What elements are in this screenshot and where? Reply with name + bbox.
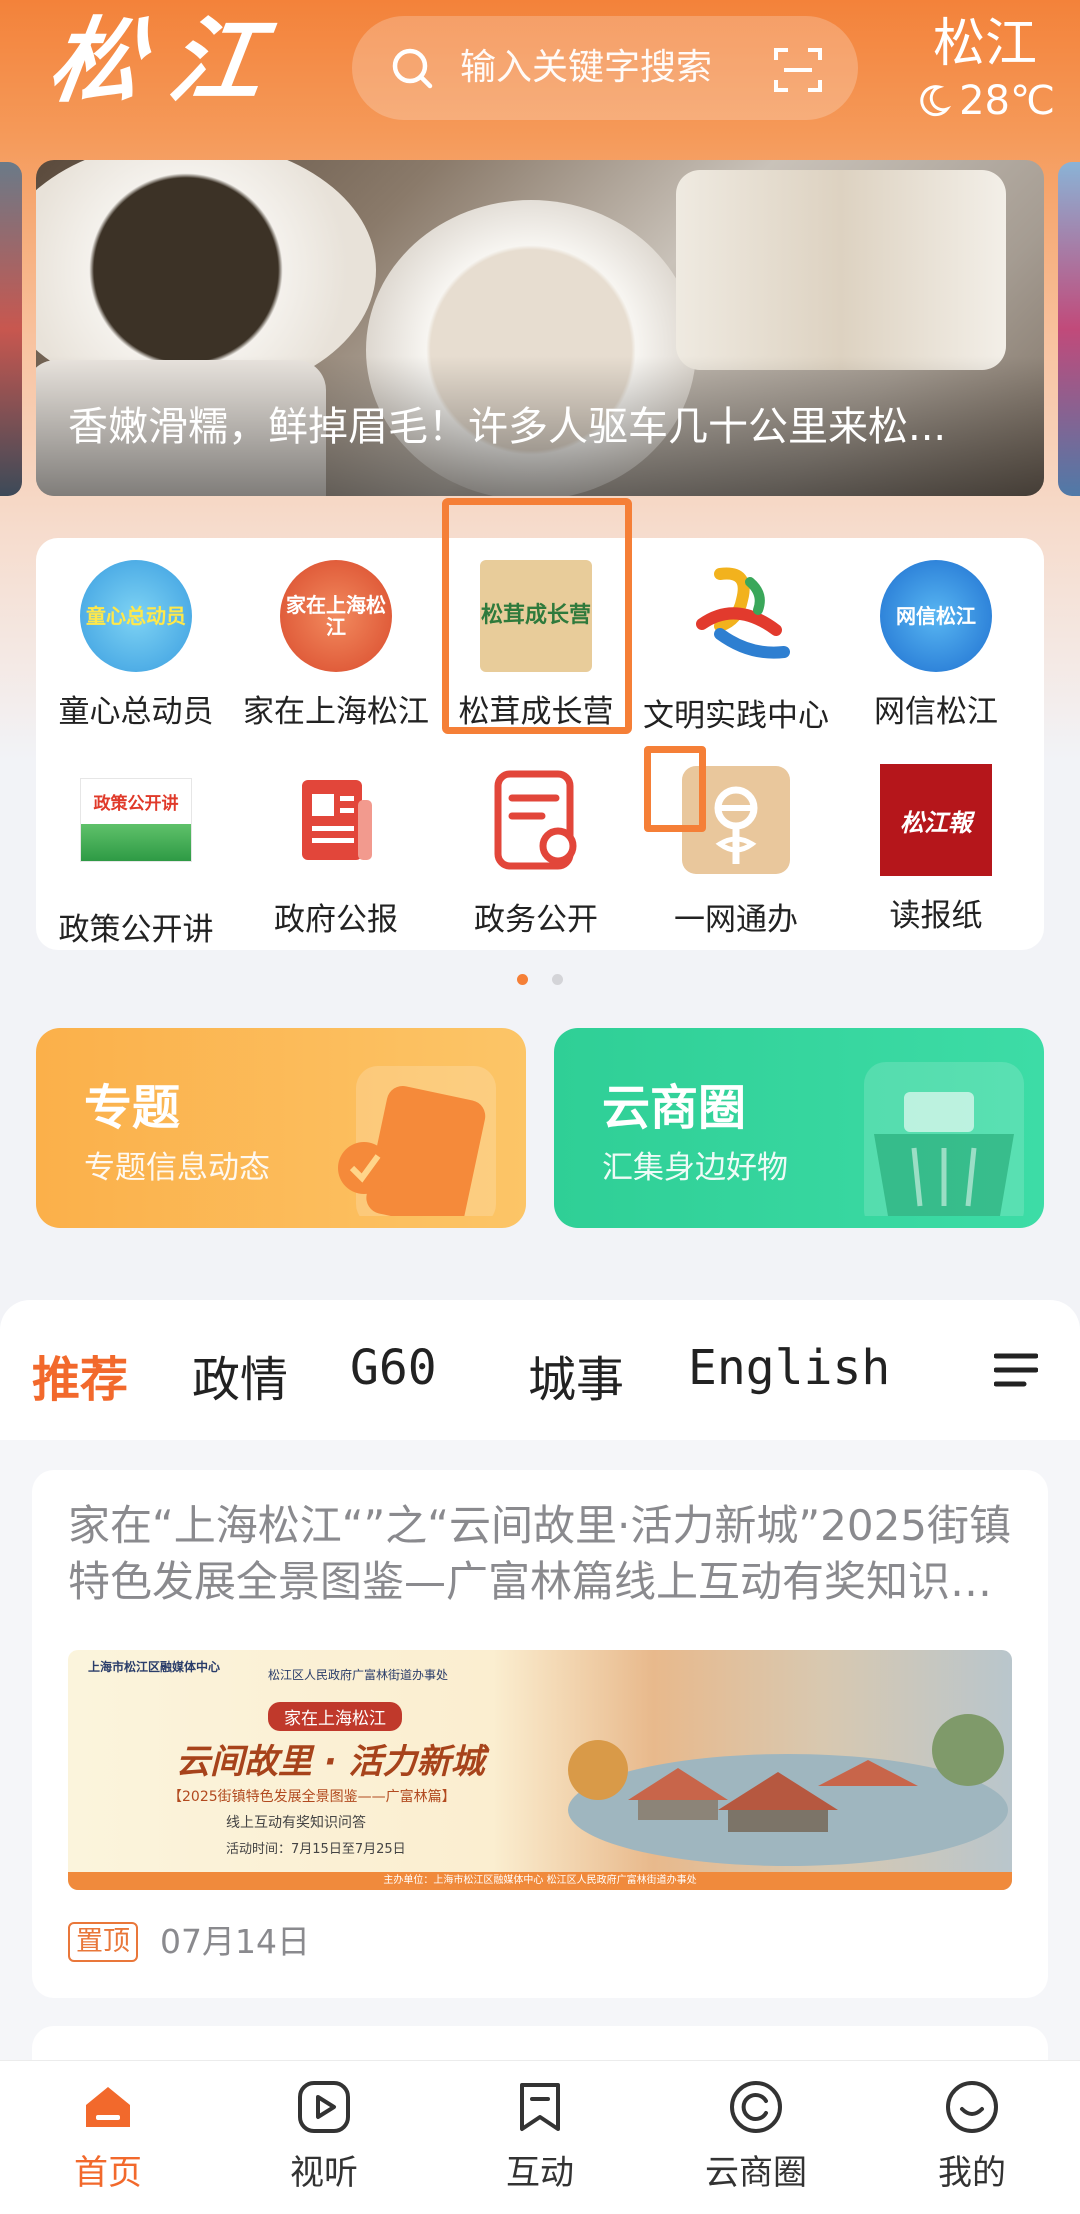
service-label: 政府公报: [274, 902, 398, 938]
tab-chengshi[interactable]: 城事: [528, 1340, 624, 1410]
service-label: 网信松江: [874, 694, 998, 730]
image-line-time: 活动时间：7月15日至7月25日: [226, 1842, 406, 1857]
tab-zhengqing[interactable]: 政情: [192, 1340, 288, 1410]
nav-home[interactable]: 首页: [28, 2079, 188, 2194]
service-zhengce[interactable]: 政策公开讲 政策公开讲: [36, 764, 236, 949]
tongxin-icon-text: 童心总动员: [80, 560, 192, 672]
smile-icon: [946, 2081, 998, 2133]
news-banner[interactable]: 香嫩滑糯，鲜掉眉毛！许多人驱车几十公里来松...: [36, 160, 1044, 496]
weather-widget[interactable]: 松江 28℃: [900, 12, 1070, 124]
newspaper-logo-icon: 松江報: [880, 764, 992, 876]
article-card[interactable]: 家在“上海松江“”之“云间故里·活力新城”2025街镇特色发展全景图鉴—广富林篇…: [32, 1470, 1048, 1998]
nav-label: 首页: [74, 2153, 142, 2193]
nav-label: 视听: [290, 2153, 358, 2193]
service-label: 一网通办: [674, 902, 798, 938]
banner-caption: 香嫩滑糯，鲜掉眉毛！许多人驱车几十公里来松...: [68, 404, 947, 450]
home-icon: [86, 2087, 130, 2127]
service-label: 文明实践中心: [643, 698, 829, 734]
highlight-songrong: [442, 498, 632, 734]
service-tongxin[interactable]: 童心总动员 童心总动员: [36, 560, 236, 731]
banner-prev-peek[interactable]: [0, 162, 22, 496]
image-badge: 家在上海松江: [268, 1702, 402, 1731]
service-dubao[interactable]: 松江報 读报纸: [836, 764, 1036, 935]
service-jiazai[interactable]: 家在上海松江 家在上海松江: [236, 560, 436, 731]
nav-label: 互动: [506, 2153, 574, 2193]
document-check-icon: [338, 1066, 496, 1216]
shopping-basket-icon: [864, 1062, 1024, 1216]
article-date: 07月14日: [160, 1922, 310, 1961]
bottom-navigation: 首页 视听 互动 云商圈 我的: [0, 2060, 1080, 2214]
highlight-small: [644, 746, 706, 832]
service-zhengwu[interactable]: 政务公开: [436, 764, 636, 939]
nav-interact[interactable]: 互动: [460, 2079, 620, 2194]
image-line-quiz: 线上互动有奖知识问答: [226, 1815, 366, 1831]
article-image: 上海市松江区融媒体中心 松江区人民政府广富林街道办事处 家在上海松江 云间故里 …: [68, 1650, 1012, 1890]
wangxin-icon-text: 网信松江: [880, 560, 992, 672]
weather-temperature: 28℃: [959, 78, 1055, 124]
nav-yunshangquan[interactable]: 云商圈: [676, 2079, 836, 2194]
service-label: 家在上海松江: [243, 694, 429, 730]
pinned-badge: 置顶: [68, 1922, 138, 1962]
image-scenery: [568, 1714, 1008, 1866]
service-wangxin[interactable]: 网信松江 网信松江: [836, 560, 1036, 731]
article-title: 家在“上海松江“”之“云间故里·活力新城”2025街镇特色发展全景图鉴—广富林篇…: [68, 1501, 1012, 1606]
image-org-right: 松江区人民政府广富林街道办事处: [268, 1668, 449, 1682]
service-label: 政策公开讲: [58, 912, 214, 948]
category-tabs: 推荐 政情 G60 城事 English: [0, 1300, 1080, 1440]
weather-city: 松江: [932, 14, 1037, 74]
service-label: 童心总动员: [58, 694, 214, 730]
circle-icon: [730, 2081, 782, 2133]
promo-subtitle: 汇集身边好物: [602, 1150, 788, 1186]
nav-label: 我的: [938, 2153, 1006, 2193]
moon-icon: [920, 85, 952, 117]
image-org-left: 上海市松江区融媒体中心: [88, 1660, 221, 1674]
scan-icon[interactable]: [772, 44, 824, 96]
tab-recommend[interactable]: 推荐: [32, 1340, 128, 1410]
image-headline: 云间故里 · 活力新城: [176, 1742, 485, 1782]
promo-zhuanti[interactable]: 专题 专题信息动态: [36, 1028, 526, 1228]
promo-yunshangquan[interactable]: 云商圈 汇集身边好物: [554, 1028, 1044, 1228]
play-icon: [298, 2081, 350, 2133]
service-label: 政务公开: [474, 902, 598, 938]
app-logo[interactable]: 松江: [42, 6, 297, 116]
menu-icon[interactable]: [994, 1350, 1038, 1390]
pager-dots: [0, 974, 1080, 985]
pager-dot[interactable]: [552, 974, 563, 985]
services-grid: 童心总动员 童心总动员 家在上海松江 家在上海松江 松茸成长营 松茸成长营 文明…: [36, 498, 1044, 950]
service-wenming[interactable]: 文明实践中心: [636, 560, 836, 735]
pager-dot-active[interactable]: [517, 974, 528, 985]
zhengce-icon-text: 政策公开讲: [80, 778, 192, 862]
tab-g60[interactable]: G60: [350, 1340, 437, 1396]
dubao-icon-text: 松江報: [880, 764, 992, 876]
nav-mine[interactable]: 我的: [892, 2079, 1052, 2194]
nav-video[interactable]: 视听: [244, 2079, 404, 2194]
wangxin-icon: 网信松江: [880, 560, 992, 672]
bookmark-icon: [520, 2083, 560, 2131]
jiazai-icon-text: 家在上海松江: [280, 560, 392, 672]
tab-english[interactable]: English: [688, 1340, 890, 1396]
service-gongbao[interactable]: 政府公报: [236, 764, 436, 939]
jiazai-icon: 家在上海松江: [280, 560, 392, 672]
image-subhead: 【2025街镇特色发展全景图鉴——广富林篇】: [168, 1789, 456, 1805]
promo-subtitle: 专题信息动态: [84, 1150, 270, 1186]
search-bar[interactable]: 输入关键字搜索: [352, 16, 858, 120]
wenming-icon: [696, 567, 790, 659]
banner-image-plate: [676, 170, 1006, 370]
promo-title: 云商圈: [602, 1080, 747, 1136]
service-label: 读报纸: [889, 898, 983, 934]
zhengce-icon: 政策公开讲: [80, 778, 192, 890]
nav-label: 云商圈: [705, 2153, 807, 2193]
document-search-icon: [494, 770, 577, 870]
search-icon: [392, 48, 433, 89]
search-placeholder: 输入关键字搜索: [460, 47, 713, 88]
promo-title: 专题: [84, 1080, 181, 1136]
image-footer: 主办单位：上海市松江区融媒体中心 松江区人民政府广富林街道办事处: [68, 1872, 1012, 1890]
banner-next-peek[interactable]: [1058, 162, 1080, 496]
header: 松江 输入关键字搜索 松江 28℃: [0, 0, 1080, 160]
tongxin-icon: 童心总动员: [80, 560, 192, 672]
gazette-icon: [302, 780, 372, 860]
